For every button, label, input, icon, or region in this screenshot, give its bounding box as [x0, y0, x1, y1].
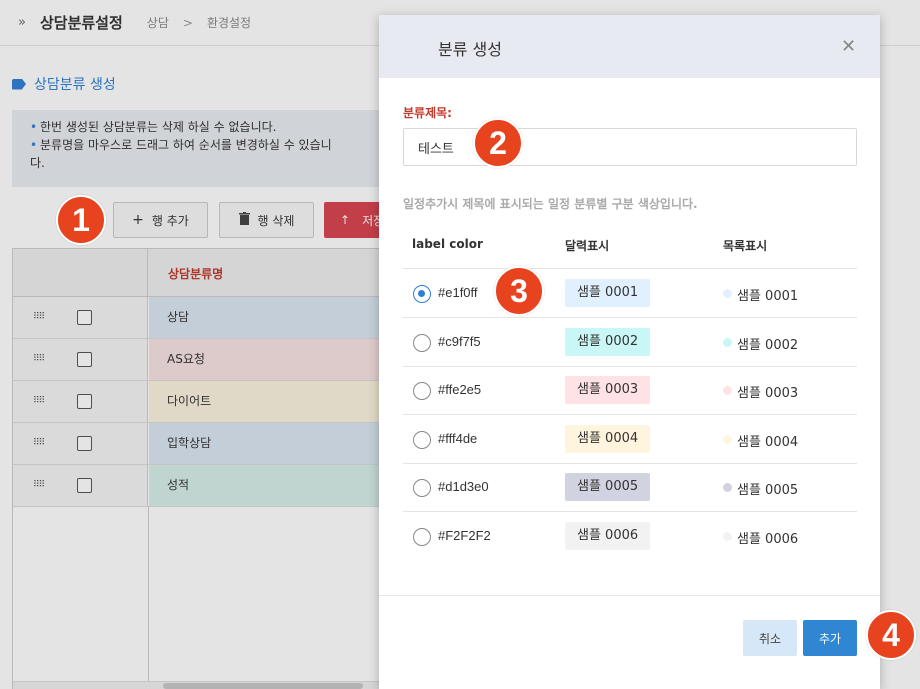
- close-icon[interactable]: ✕: [841, 36, 856, 57]
- color-code: #F2F2F2: [438, 527, 491, 543]
- calendar-sample: 샘플 0001: [565, 279, 651, 307]
- column-calendar: 달력표시: [565, 239, 610, 253]
- color-option-row[interactable]: #ffe2e5 샘플 0003 샘플 0003: [403, 366, 857, 414]
- step-badge-2: 2: [473, 118, 523, 168]
- help-text: 일정추가시 제목에 표시되는 일정 분류별 구분 색상입니다.: [403, 197, 698, 211]
- step-badge-3: 3: [494, 266, 544, 316]
- color-code: #e1f0ff: [438, 285, 478, 300]
- calendar-sample: 샘플 0006: [565, 521, 651, 550]
- color-option-row[interactable]: #e1f0ff 샘플 0001 샘플 0001: [403, 269, 857, 317]
- list-color-dot: [723, 434, 732, 444]
- list-sample: 샘플 0006: [737, 531, 799, 547]
- column-list: 목록표시: [723, 239, 768, 253]
- cancel-button[interactable]: 취소: [743, 620, 797, 656]
- add-button[interactable]: 추가: [803, 620, 857, 656]
- list-sample: 샘플 0003: [737, 386, 799, 401]
- calendar-sample: 샘플 0003: [565, 376, 651, 404]
- footer-divider: [379, 595, 880, 596]
- column-label-color: label color: [412, 237, 483, 251]
- color-code: #ffe2e5: [438, 382, 482, 397]
- calendar-sample: 샘플 0004: [565, 424, 651, 453]
- list-sample: 샘플 0005: [737, 483, 799, 498]
- modal-header: 분류 생성 ✕: [379, 15, 880, 78]
- step-badge-4: 4: [866, 610, 916, 660]
- modal-title: 분류 생성: [438, 40, 502, 59]
- step-badge-1: 1: [56, 195, 106, 245]
- color-radio[interactable]: [413, 285, 431, 303]
- color-code: #c9f7f5: [438, 333, 481, 349]
- color-option-row[interactable]: #c9f7f5 샘플 0002 샘플 0002: [403, 318, 857, 366]
- calendar-sample: 샘플 0005: [565, 473, 651, 501]
- color-radio[interactable]: [413, 382, 431, 400]
- list-color-dot: [723, 386, 732, 395]
- calendar-sample: 샘플 0002: [565, 327, 651, 356]
- list-sample: 샘플 0001: [737, 289, 799, 304]
- category-title-input[interactable]: [403, 128, 857, 166]
- color-radio[interactable]: [413, 479, 431, 497]
- color-option-row[interactable]: #fff4de 샘플 0004 샘플 0004: [403, 415, 857, 463]
- list-color-dot: [723, 289, 732, 298]
- create-category-modal: 분류 생성 ✕ 분류제목: 일정추가시 제목에 표시되는 일정 분류별 구분 색…: [379, 15, 880, 689]
- list-sample: 샘플 0002: [737, 337, 799, 353]
- color-code: #fff4de: [438, 430, 478, 446]
- color-radio[interactable]: [413, 430, 431, 449]
- title-field-label: 분류제목:: [403, 106, 452, 120]
- color-code: #d1d3e0: [438, 479, 489, 494]
- list-color-dot: [723, 531, 732, 541]
- list-sample: 샘플 0004: [737, 434, 799, 450]
- color-option-row[interactable]: #d1d3e0 샘플 0005 샘플 0005: [403, 463, 857, 511]
- list-color-dot: [723, 483, 732, 492]
- color-radio[interactable]: [413, 333, 431, 352]
- color-radio[interactable]: [413, 527, 431, 546]
- color-option-row[interactable]: #F2F2F2 샘플 0006 샘플 0006: [403, 512, 857, 560]
- list-color-dot: [723, 337, 732, 347]
